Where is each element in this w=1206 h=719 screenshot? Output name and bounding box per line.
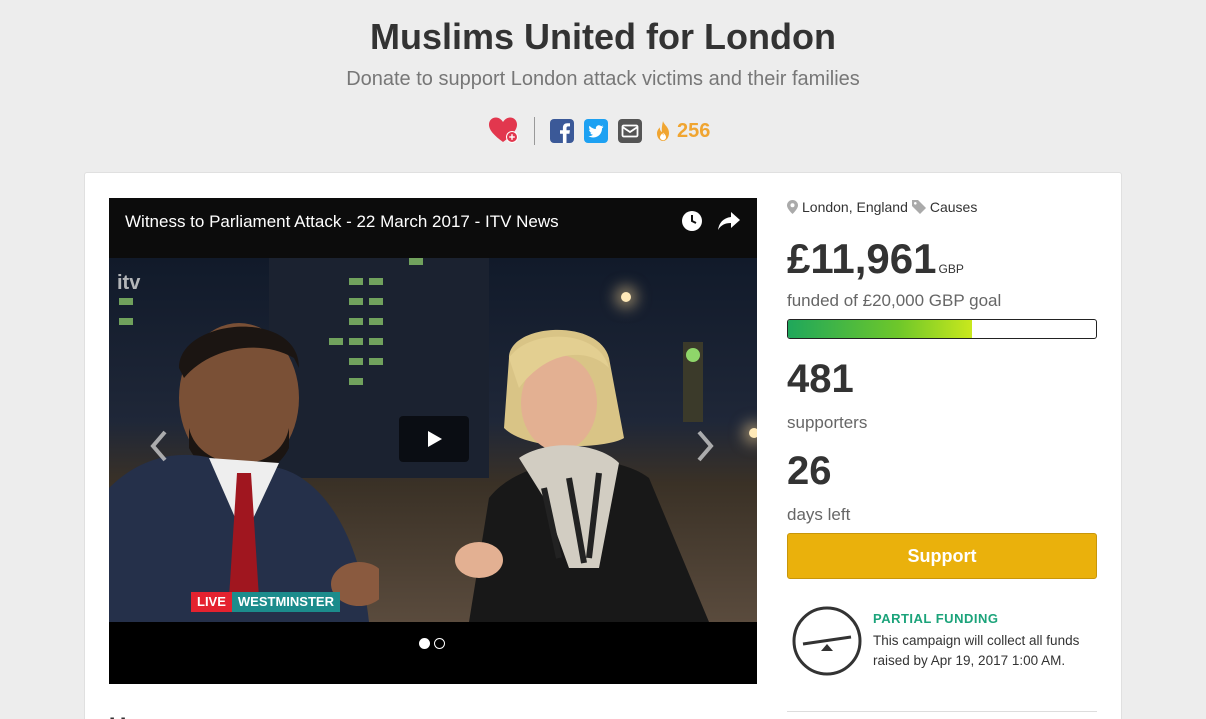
supporters-count: 481: [787, 357, 854, 401]
follow-heart-icon[interactable]: [488, 116, 520, 146]
location-text: London, England: [802, 199, 908, 215]
funding-progress-fill: [788, 320, 973, 338]
video-title[interactable]: Witness to Parliament Attack - 22 March …: [125, 212, 559, 232]
play-icon: [428, 431, 442, 447]
carousel-dot-2[interactable]: [434, 638, 445, 649]
reporter-figure: [455, 329, 709, 622]
partial-funding-icon: [792, 606, 862, 676]
supporters-label: supporters: [787, 413, 868, 432]
campaign-title: Muslims United for London: [370, 16, 836, 57]
amount-raised-row: £11,961 GBP: [787, 235, 964, 283]
twitter-icon[interactable]: [583, 118, 609, 144]
tag-icon: [911, 200, 926, 214]
campaign-card: Witness to Parliament Attack - 22 March …: [84, 172, 1122, 719]
trending-score: 256: [653, 120, 710, 143]
share-arrow-icon[interactable]: [717, 210, 741, 232]
map-pin-icon: [787, 200, 798, 214]
campaign-subtitle: Donate to support London attack victims …: [346, 68, 860, 90]
partial-funding-text: This campaign will collect all funds rai…: [873, 633, 1080, 668]
carousel-indicators: [419, 638, 449, 649]
clock-icon[interactable]: [681, 210, 703, 232]
amount-raised: £11,961: [787, 235, 937, 282]
chevron-left-icon[interactable]: [149, 430, 169, 462]
social-actions: 256: [488, 116, 710, 146]
trending-count: 256: [677, 119, 711, 142]
facebook-icon[interactable]: [549, 118, 575, 144]
funding-progress-bar: [787, 319, 1097, 339]
location-link[interactable]: London, England: [787, 199, 908, 215]
itv-logo: itv: [117, 272, 141, 294]
days-left-label: days left: [787, 505, 851, 524]
sidebar-divider: [787, 711, 1097, 712]
story-heading-peek: Up: [109, 711, 189, 719]
chevron-right-icon[interactable]: [695, 430, 715, 462]
video-carousel[interactable]: Witness to Parliament Attack - 22 March …: [109, 198, 757, 684]
live-label: LIVE: [191, 592, 232, 612]
days-left-count: 26: [787, 449, 832, 493]
campaign-meta: London, England Causes: [787, 199, 981, 215]
video-title-bar: Witness to Parliament Attack - 22 March …: [109, 198, 757, 258]
play-button[interactable]: [399, 416, 469, 462]
support-button[interactable]: Support: [787, 533, 1097, 579]
goal-text: funded of £20,000 GBP goal: [787, 291, 1002, 310]
email-icon[interactable]: [617, 118, 643, 144]
category-link[interactable]: Causes: [911, 199, 978, 215]
partial-funding-title: PARTIAL FUNDING: [873, 611, 999, 626]
live-banner: LIVE WESTMINSTER: [191, 592, 340, 612]
social-divider: [534, 117, 535, 145]
category-text: Causes: [929, 199, 978, 215]
amount-currency: GBP: [938, 262, 964, 276]
carousel-dot-1[interactable]: [419, 638, 430, 649]
location-label: WESTMINSTER: [231, 592, 340, 612]
flame-icon: [657, 121, 669, 141]
